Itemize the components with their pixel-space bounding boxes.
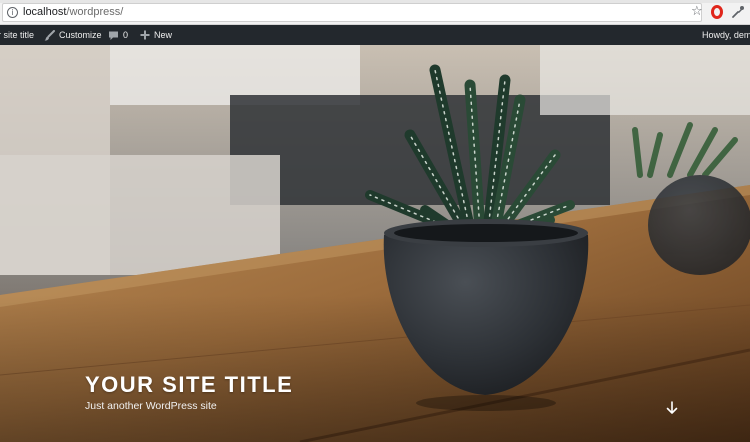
opera-icon[interactable] bbox=[711, 5, 723, 19]
admin-bar-customize[interactable]: Customize bbox=[44, 25, 102, 45]
site-tagline: Just another WordPress site bbox=[85, 400, 217, 412]
arrow-down-icon[interactable] bbox=[663, 399, 681, 417]
admin-bar-comments[interactable]: 0 bbox=[108, 25, 128, 45]
admin-bar-customize-label: Customize bbox=[59, 30, 102, 40]
eyedropper-icon[interactable] bbox=[731, 5, 745, 19]
admin-bar-site-name[interactable]: r site title bbox=[0, 25, 34, 45]
admin-bar-site-title: r site title bbox=[0, 30, 35, 40]
wp-admin-bar: r site title Customize 0 New Howdy, demr bbox=[0, 25, 750, 45]
comment-bubble-icon bbox=[109, 31, 118, 40]
site-title[interactable]: YOUR SITE TITLE bbox=[85, 372, 293, 398]
url-text[interactable]: localhost/wordpress/ bbox=[23, 6, 123, 18]
admin-bar-howdy: Howdy, demr bbox=[702, 30, 750, 40]
url-path: /wordpress/ bbox=[66, 6, 124, 18]
admin-bar-my-account[interactable]: Howdy, demr bbox=[702, 25, 750, 45]
star-icon[interactable]: ☆ bbox=[691, 4, 703, 19]
address-bar[interactable]: i localhost/wordpress/ ☆ bbox=[2, 3, 703, 22]
url-host: localhost bbox=[23, 6, 67, 18]
info-icon[interactable]: i bbox=[7, 7, 18, 18]
admin-bar-comments-count: 0 bbox=[123, 30, 129, 40]
paintbrush-icon bbox=[44, 29, 55, 41]
hero-header: YOUR SITE TITLE Just another WordPress s… bbox=[0, 45, 750, 442]
admin-bar-new-label: New bbox=[154, 30, 173, 40]
admin-bar-new[interactable]: New bbox=[140, 25, 172, 45]
plus-icon bbox=[140, 30, 150, 40]
browser-toolbar: i localhost/wordpress/ ☆ bbox=[0, 0, 750, 25]
